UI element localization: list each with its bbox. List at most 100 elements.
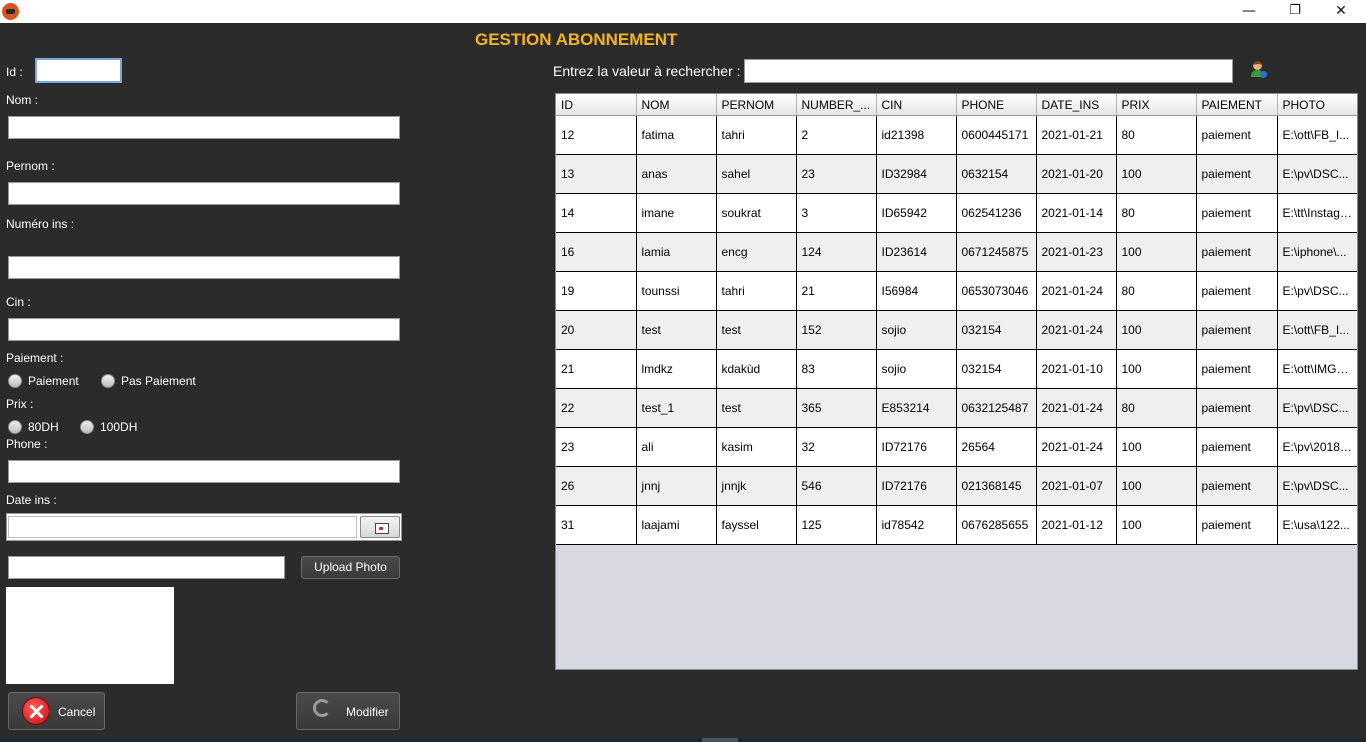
table-cell[interactable]: 100 [1116, 427, 1197, 467]
table-row[interactable]: 16 lamia encg 124 ID23614 0671245875 2021-01-2… [556, 232, 1357, 272]
table-cell[interactable]: paiement [1196, 154, 1278, 194]
table-cell[interactable]: paiement [1196, 427, 1278, 467]
table-cell[interactable]: 100 [1116, 154, 1197, 194]
table-cell[interactable]: imane [636, 193, 717, 233]
table-cell[interactable]: 546 [796, 466, 877, 506]
table-row[interactable]: 31 laajami fayssel 125 id78542 0676285655 2021… [556, 505, 1357, 545]
table-cell[interactable]: 0632125487 [956, 388, 1037, 428]
column-header[interactable]: NUMBER_... [796, 94, 877, 116]
cin-field[interactable] [8, 318, 400, 341]
column-header[interactable]: PHONE [956, 94, 1037, 116]
table-cell[interactable]: paiement [1196, 349, 1278, 389]
restore-button[interactable]: ❐ [1272, 0, 1318, 23]
table-cell[interactable]: ID72176 [876, 427, 957, 467]
table-cell[interactable]: tahri [716, 115, 797, 155]
table-cell[interactable]: 2021-01-12 [1036, 505, 1117, 545]
table-cell[interactable]: laajami [636, 505, 717, 545]
paiement-radio[interactable] [8, 374, 22, 388]
numero-field[interactable] [8, 256, 400, 279]
table-cell[interactable]: 80 [1116, 271, 1197, 311]
table-cell[interactable]: 14 [556, 193, 637, 233]
table-cell[interactable]: kdakùd [716, 349, 797, 389]
table-cell[interactable]: test [716, 310, 797, 350]
table-cell[interactable]: E:\pv\DSC... [1277, 388, 1357, 428]
table-row[interactable]: 23 ali kasim 32 ID72176 26564 2021-01-24 100 pai… [556, 427, 1357, 467]
table-cell[interactable]: 125 [796, 505, 877, 545]
table-cell[interactable]: 13 [556, 154, 637, 194]
table-cell[interactable]: 23 [796, 154, 877, 194]
table-cell[interactable]: 80 [1116, 115, 1197, 155]
column-header[interactable]: NOM [636, 94, 717, 116]
table-cell[interactable]: 100 [1116, 466, 1197, 506]
table-cell[interactable]: 26 [556, 466, 637, 506]
column-header[interactable]: CIN [876, 94, 957, 116]
table-cell[interactable]: paiement [1196, 232, 1278, 272]
table-cell[interactable]: 2021-01-20 [1036, 154, 1117, 194]
table-cell[interactable]: E:\ott\IMG_... [1277, 349, 1357, 389]
table-cell[interactable]: 0653073046 [956, 271, 1037, 311]
table-cell[interactable]: ID65942 [876, 193, 957, 233]
table-cell[interactable]: id21398 [876, 115, 957, 155]
table-cell[interactable]: anas [636, 154, 717, 194]
paiement-radio-label[interactable]: Paiement [28, 374, 79, 388]
table-cell[interactable]: 20 [556, 310, 637, 350]
table-cell[interactable]: E:\usa\122... [1277, 505, 1357, 545]
table-cell[interactable]: paiement [1196, 271, 1278, 311]
table-cell[interactable]: 80 [1116, 193, 1197, 233]
column-header[interactable]: DATE_INS [1036, 94, 1117, 116]
table-cell[interactable]: fatima [636, 115, 717, 155]
table-cell[interactable]: 22 [556, 388, 637, 428]
table-cell[interactable]: paiement [1196, 466, 1278, 506]
prix-80-label[interactable]: 80DH [28, 420, 59, 434]
table-cell[interactable]: 124 [796, 232, 877, 272]
table-cell[interactable]: tounssi [636, 271, 717, 311]
table-cell[interactable]: E:\pv\2018-... [1277, 427, 1357, 467]
table-cell[interactable]: ID32984 [876, 154, 957, 194]
prix-100-radio[interactable] [80, 420, 94, 434]
table-cell[interactable]: jnnjk [716, 466, 797, 506]
table-cell[interactable]: paiement [1196, 193, 1278, 233]
pas-paiement-radio-label[interactable]: Pas Paiement [121, 374, 196, 388]
table-cell[interactable]: 365 [796, 388, 877, 428]
table-cell[interactable]: E:\tt\Instagr... [1277, 193, 1357, 233]
table-cell[interactable]: 0671245875 [956, 232, 1037, 272]
table-cell[interactable]: 19 [556, 271, 637, 311]
table-cell[interactable]: sojio [876, 349, 957, 389]
table-cell[interactable]: 2021-01-24 [1036, 388, 1117, 428]
table-cell[interactable]: tahri [716, 271, 797, 311]
table-cell[interactable]: paiement [1196, 115, 1278, 155]
table-cell[interactable]: 80 [1116, 388, 1197, 428]
table-cell[interactable]: E853214 [876, 388, 957, 428]
table-cell[interactable]: 100 [1116, 505, 1197, 545]
table-cell[interactable]: 032154 [956, 310, 1037, 350]
search-input[interactable] [744, 59, 1233, 83]
id-field[interactable] [35, 58, 122, 83]
cancel-button[interactable]: Cancel [8, 692, 105, 730]
column-header[interactable]: PRIX [1116, 94, 1197, 116]
table-cell[interactable]: 31 [556, 505, 637, 545]
table-cell[interactable]: test_1 [636, 388, 717, 428]
table-row[interactable]: 13 anas sahel 23 ID32984 0632154 2021-01-20 100… [556, 154, 1357, 194]
table-cell[interactable]: 2 [796, 115, 877, 155]
column-header[interactable]: PAIEMENT [1196, 94, 1278, 116]
table-row[interactable]: 22 test_1 test 365 E853214 0632125487 2021-01-… [556, 388, 1357, 428]
table-cell[interactable]: paiement [1196, 310, 1278, 350]
table-cell[interactable]: 032154 [956, 349, 1037, 389]
table-cell[interactable]: 100 [1116, 310, 1197, 350]
table-cell[interactable]: E:\pv\DSC... [1277, 154, 1357, 194]
nom-field[interactable] [8, 116, 400, 139]
table-cell[interactable]: fayssel [716, 505, 797, 545]
table-cell[interactable]: 2021-01-10 [1036, 349, 1117, 389]
table-cell[interactable]: kasim [716, 427, 797, 467]
table-cell[interactable]: 062541236 [956, 193, 1037, 233]
table-cell[interactable]: 2021-01-24 [1036, 427, 1117, 467]
table-cell[interactable]: 2021-01-24 [1036, 271, 1117, 311]
table-row[interactable]: 14 imane soukrat 3 ID65942 062541236 2021-01-1… [556, 193, 1357, 233]
table-cell[interactable]: sojio [876, 310, 957, 350]
table-cell[interactable]: soukrat [716, 193, 797, 233]
table-cell[interactable]: 0600445171 [956, 115, 1037, 155]
table-cell[interactable]: 100 [1116, 232, 1197, 272]
column-header[interactable]: PHOTO [1277, 94, 1357, 116]
photo-path-field[interactable] [8, 556, 285, 579]
user-search-icon[interactable] [1249, 61, 1267, 79]
